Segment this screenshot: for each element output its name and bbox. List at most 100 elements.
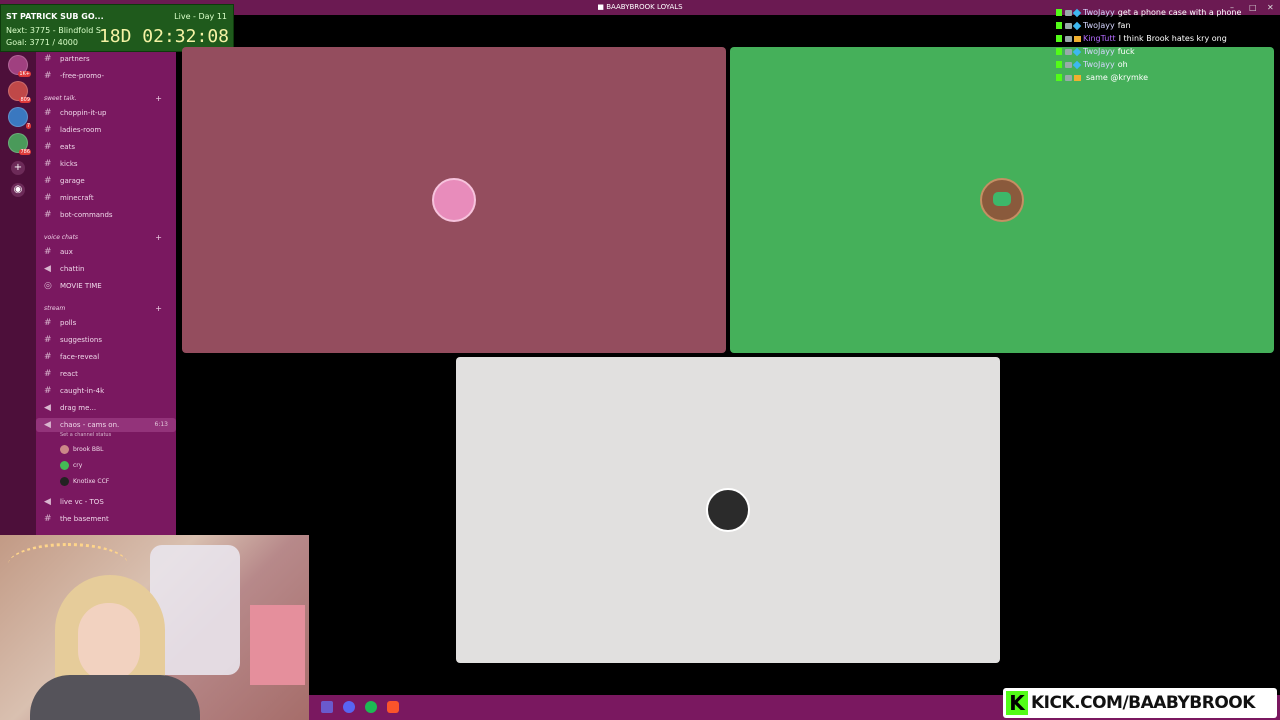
channel-bot-commands[interactable]: # bot-commands <box>36 208 176 222</box>
call-tile-cry[interactable] <box>730 47 1274 353</box>
compass-icon[interactable]: ◉ <box>11 183 25 197</box>
plus-icon[interactable]: + <box>155 93 162 105</box>
channel-choppin-it-up[interactable]: # choppin-it-up <box>36 106 176 120</box>
mention-badge: 809 <box>19 97 31 103</box>
server-icon[interactable]: 809 <box>8 81 31 103</box>
kick-badge-icon <box>1056 74 1062 81</box>
kick-channel-banner: K KICK.COM/BAABYBROOK <box>1003 688 1277 718</box>
kick-logo: K <box>1006 691 1028 715</box>
sub-goal-progress: Goal: 3771 / 4000 <box>6 38 78 47</box>
category-voice-chats[interactable]: voice chats + <box>44 232 172 244</box>
hash-icon: # <box>44 369 52 379</box>
avatar <box>980 178 1024 222</box>
stream-icon: ■ <box>597 3 607 11</box>
voice-user-knotixe[interactable]: Knotixe CCF <box>60 475 109 489</box>
voice-user-cry[interactable]: cry <box>60 459 82 473</box>
chat-message: TwoJayy fuck <box>1056 46 1135 58</box>
mention-badge: 1K+ <box>18 71 31 77</box>
chat-message: TwoJayy oh <box>1056 59 1128 71</box>
plus-icon[interactable]: + <box>155 303 162 315</box>
channel-aux[interactable]: # aux <box>36 245 176 259</box>
avatar <box>432 178 476 222</box>
streamer-shirt <box>30 675 200 720</box>
sub-badge-icon <box>1065 22 1072 29</box>
channel-free-promo[interactable]: # -free-promo- <box>36 69 176 83</box>
voice-channel-live-vc[interactable]: ◀ live vc - TOS <box>36 495 176 509</box>
voice-channel-chattin[interactable]: ◀ chattin <box>36 262 176 276</box>
hash-icon: # <box>44 159 52 169</box>
sub-badge-icon <box>1065 61 1072 68</box>
channel-kicks[interactable]: # kicks <box>36 157 176 171</box>
discord-icon[interactable] <box>343 701 355 713</box>
call-tile-knotixe[interactable] <box>456 357 1000 663</box>
kick-channel-url: KICK.COM/BAABYBROOK <box>1031 693 1255 713</box>
hash-icon: # <box>44 193 52 203</box>
hash-icon: # <box>44 142 52 152</box>
voice-user-brook[interactable]: brook BBL <box>60 443 103 457</box>
channel-garage[interactable]: # garage <box>36 174 176 188</box>
avatar <box>706 488 750 532</box>
hash-icon: # <box>44 514 52 524</box>
category-sweet-talk[interactable]: sweet talk. + <box>44 93 172 105</box>
speaker-icon: ◀ <box>44 497 51 507</box>
stage-channel-movie-time[interactable]: ◎ MOVIE TIME <box>36 279 176 293</box>
hash-icon: # <box>44 108 52 118</box>
channel-caught-in-4k[interactable]: # caught-in-4k <box>36 384 176 398</box>
chat-message: TwoJayy fan <box>1056 20 1131 32</box>
call-tile-brook[interactable] <box>182 47 726 353</box>
kick-badge-icon <box>1056 9 1062 16</box>
channel-minecraft[interactable]: # minecraft <box>36 191 176 205</box>
server-icon[interactable]: 786 <box>8 133 31 155</box>
spotify-icon[interactable] <box>365 701 377 713</box>
mention-badge: 7 <box>25 123 31 129</box>
category-stream[interactable]: stream + <box>44 303 172 315</box>
crown-badge-icon <box>1074 35 1081 42</box>
hash-icon: # <box>44 386 52 396</box>
speaker-icon: ◀ <box>44 264 51 274</box>
channel-timer: 6:13 <box>154 421 168 428</box>
channel-sidebar: # partners # -free-promo- sweet talk. + # ch… <box>36 15 176 535</box>
sub-goal-next: Next: 3775 - Blindfold S <box>6 26 101 35</box>
kick-badge-icon <box>1056 61 1062 68</box>
chat-message: TwoJayy get a phone case with a phone <box>1056 7 1241 19</box>
channel-suggestions[interactable]: # suggestions <box>36 333 176 347</box>
sub-goal-widget: ST PATRICK SUB GO... Live - Day 11 Next:… <box>0 4 234 52</box>
channel-face-reveal[interactable]: # face-reveal <box>36 350 176 364</box>
kick-badge-icon <box>1056 22 1062 29</box>
gem-badge-icon <box>1072 60 1082 69</box>
voice-channel-drag-me[interactable]: ◀ drag me... <box>36 401 176 415</box>
channel-status-prompt[interactable]: Set a channel status <box>60 432 111 438</box>
channel-react[interactable]: # react <box>36 367 176 381</box>
discord-icon <box>993 192 1011 206</box>
server-rail: 1K+ 809 7 786 + ◉ <box>0 15 36 535</box>
chat-message: KingTutt I think Brook hates kry ong <box>1056 33 1227 45</box>
channel-ladies-room[interactable]: # ladies-room <box>36 123 176 137</box>
gem-badge-icon <box>1072 47 1082 56</box>
channel-eats[interactable]: # eats <box>36 140 176 154</box>
channel-polls[interactable]: # polls <box>36 316 176 330</box>
hash-icon: # <box>44 176 52 186</box>
gem-badge-icon <box>1072 8 1082 17</box>
avatar <box>60 477 69 486</box>
server-icon[interactable]: 7 <box>8 107 31 129</box>
brave-icon[interactable] <box>387 701 399 713</box>
chat-message: same @krymke <box>1056 72 1148 84</box>
stream-app-icon[interactable] <box>321 701 333 713</box>
live-day-label: Live - Day 11 <box>174 12 227 21</box>
mention-badge: 786 <box>19 149 31 155</box>
hash-icon: # <box>44 210 52 220</box>
crown-badge-icon <box>1074 74 1081 81</box>
channel-the-basement[interactable]: # the basement <box>36 512 176 526</box>
kick-badge-icon <box>1056 35 1062 42</box>
plus-icon[interactable]: + <box>11 161 25 175</box>
channel-partners[interactable]: # partners <box>36 52 176 66</box>
stream-timer: 18D 02:32:08 <box>98 26 229 47</box>
gem-badge-icon <box>1072 21 1082 30</box>
avatar <box>60 445 69 454</box>
plus-icon[interactable]: + <box>155 232 162 244</box>
server-icon[interactable]: 1K+ <box>8 55 31 77</box>
hash-icon: # <box>44 352 52 362</box>
sub-badge-icon <box>1065 35 1072 42</box>
kick-badge-icon <box>1056 48 1062 55</box>
voice-channel-chaos-cams-on[interactable]: ◀ chaos - cams on. 6:13 <box>36 418 176 432</box>
